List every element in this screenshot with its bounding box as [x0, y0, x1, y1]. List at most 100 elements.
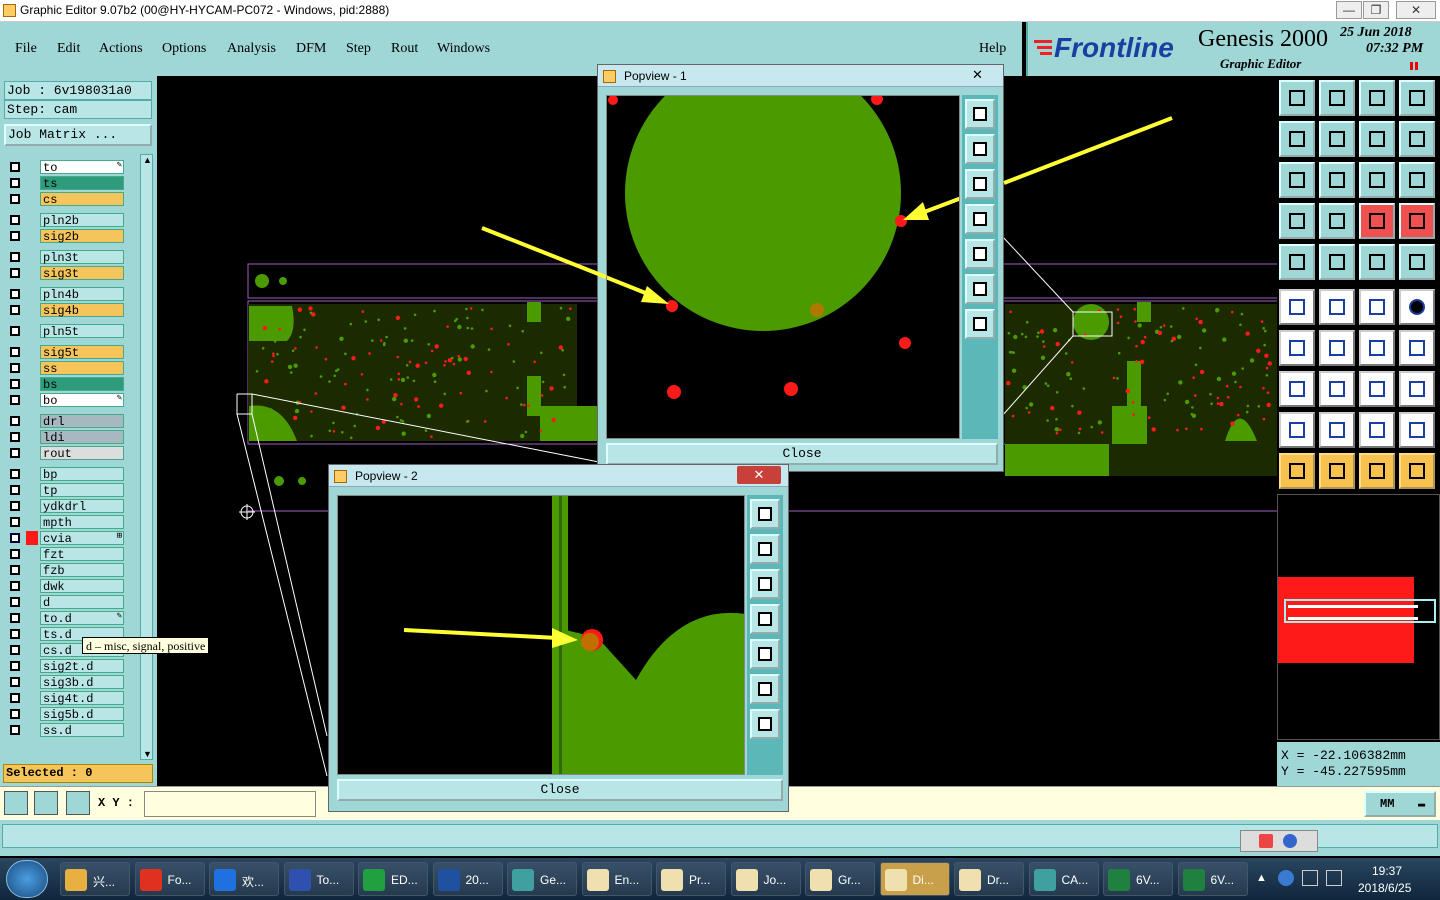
fit-icon[interactable]: [1279, 162, 1315, 198]
layer-row-fzb[interactable]: fzb: [6, 563, 124, 578]
menu-edit[interactable]: Edit: [57, 41, 80, 57]
route-icon[interactable]: [1399, 453, 1435, 489]
open-icon[interactable]: [1279, 80, 1315, 116]
taskbar-item[interactable]: 6V...: [1103, 862, 1173, 896]
taskbar-item[interactable]: Pr...: [656, 862, 726, 896]
layer-checkbox[interactable]: [10, 432, 20, 442]
layer-checkbox[interactable]: [10, 363, 20, 373]
group-icon[interactable]: [1399, 371, 1435, 407]
layer-checkbox[interactable]: [10, 533, 20, 543]
layer-row-to[interactable]: to ✎: [6, 160, 124, 175]
help-icon[interactable]: [1283, 834, 1297, 848]
popview-2-pan-left-icon[interactable]: [750, 604, 780, 634]
rotate-icon[interactable]: [1359, 330, 1395, 366]
center-icon[interactable]: [1319, 162, 1355, 198]
popview-1-close-icon[interactable]: ✕: [972, 67, 983, 83]
menu-dfm[interactable]: DFM: [296, 41, 326, 57]
zoom-tool-icon[interactable]: [4, 791, 28, 815]
layer-row-ts[interactable]: ts: [6, 176, 124, 191]
layer-checkbox[interactable]: [10, 485, 20, 495]
board-icon[interactable]: [1359, 203, 1395, 239]
taskbar-item[interactable]: CA...: [1028, 862, 1099, 896]
layer-checkbox[interactable]: [10, 581, 20, 591]
layer-row-d[interactable]: d: [6, 595, 124, 610]
popview-2-close-icon[interactable]: ✕: [737, 466, 781, 484]
popview-1-pan-up-icon[interactable]: [965, 134, 995, 164]
layer-checkbox[interactable]: [10, 416, 20, 426]
tri4-icon[interactable]: [1399, 412, 1435, 448]
job-matrix-button[interactable]: Job Matrix ...: [4, 124, 152, 146]
popview-2-pan-down-icon[interactable]: [750, 569, 780, 599]
edit-icon[interactable]: [1319, 330, 1355, 366]
menu-windows[interactable]: Windows: [437, 41, 490, 57]
maximize-button[interactable]: ❐: [1363, 1, 1389, 19]
taskbar-item[interactable]: Ge...: [507, 862, 577, 896]
layer-checkbox[interactable]: [10, 347, 20, 357]
popview-1-zoom-fit-icon[interactable]: [965, 274, 995, 304]
layer-checkbox[interactable]: [10, 693, 20, 703]
layer-checkbox[interactable]: [10, 469, 20, 479]
layer-checkbox[interactable]: [10, 565, 20, 575]
window-icon[interactable]: [1399, 80, 1435, 116]
popview-2-zoom-window-icon[interactable]: [750, 499, 780, 529]
flip-icon[interactable]: [1399, 330, 1435, 366]
add-icon[interactable]: [1279, 371, 1315, 407]
layer-checkbox[interactable]: [10, 194, 20, 204]
minus-icon[interactable]: [1319, 371, 1355, 407]
taskbar-item[interactable]: 兴...: [60, 862, 130, 896]
layer-checkbox[interactable]: [10, 448, 20, 458]
ime-toolbar[interactable]: [1240, 830, 1318, 852]
clock-time[interactable]: 19:37: [1372, 864, 1402, 878]
layer-row-bs[interactable]: bs: [6, 377, 124, 392]
layer-checkbox[interactable]: [10, 162, 20, 172]
menu-options[interactable]: Options: [162, 41, 206, 57]
scale-icon[interactable]: [1359, 162, 1395, 198]
layer-row-tp[interactable]: tp: [6, 483, 124, 498]
taskbar-item[interactable]: Jo...: [730, 862, 801, 896]
taskbar-item[interactable]: En...: [581, 862, 652, 896]
tri3-icon[interactable]: [1359, 412, 1395, 448]
taskbar-item[interactable]: Fo...: [134, 862, 205, 896]
clock-date[interactable]: 2018/6/25: [1358, 881, 1411, 895]
layer-row-to.d[interactable]: to.d ✎: [6, 611, 124, 626]
layer-checkbox[interactable]: [10, 379, 20, 389]
grid-tool-icon[interactable]: [66, 791, 90, 815]
tray-up-icon[interactable]: ▲: [1256, 872, 1267, 884]
cross-icon[interactable]: [1319, 289, 1355, 325]
layer-row-rout[interactable]: rout: [6, 446, 124, 461]
layer-checkbox[interactable]: [10, 305, 20, 315]
layer-checkbox[interactable]: [10, 661, 20, 671]
layer-row-sig5b.d[interactable]: sig5b.d: [6, 707, 124, 722]
measure-tool-icon[interactable]: [34, 791, 58, 815]
layer-row-sig2t.d[interactable]: sig2t.d: [6, 659, 124, 674]
taskbar-item[interactable]: To...: [283, 862, 354, 896]
layer-checkbox[interactable]: [10, 252, 20, 262]
layer-checkbox[interactable]: [10, 549, 20, 559]
ruler-icon[interactable]: [1359, 244, 1395, 280]
layer-scrollbar[interactable]: ▲ ▼: [140, 154, 153, 760]
right-icon[interactable]: [1319, 121, 1355, 157]
layer-checkbox[interactable]: [10, 326, 20, 336]
resize-icon[interactable]: [1359, 371, 1395, 407]
popview-2-pan-right-icon[interactable]: [750, 639, 780, 669]
split-icon[interactable]: [1359, 121, 1395, 157]
pad-icon[interactable]: [1279, 244, 1315, 280]
dot-icon[interactable]: [1399, 244, 1435, 280]
layer-row-bo[interactable]: bo ✎: [6, 393, 124, 408]
menu-file[interactable]: File: [15, 41, 37, 57]
save-icon[interactable]: [1319, 80, 1355, 116]
taskbar-item[interactable]: 欢...: [209, 862, 279, 896]
tri-icon[interactable]: [1279, 412, 1315, 448]
layer-row-pln3t[interactable]: pln3t: [6, 250, 124, 265]
layer-row-pln4b[interactable]: pln4b: [6, 287, 124, 302]
display-icon[interactable]: [1326, 870, 1342, 886]
net-icon[interactable]: [1279, 289, 1315, 325]
left-icon[interactable]: [1279, 121, 1315, 157]
layer-checkbox[interactable]: [10, 677, 20, 687]
popview-1-zoom-window-icon[interactable]: [965, 99, 995, 129]
pointer-icon[interactable]: [1279, 453, 1315, 489]
query-icon[interactable]: [1399, 162, 1435, 198]
popview-1-zoom-home-icon[interactable]: [965, 309, 995, 339]
taskbar-item[interactable]: Gr...: [805, 862, 875, 896]
layer-row-sig4t.d[interactable]: sig4t.d: [6, 691, 124, 706]
